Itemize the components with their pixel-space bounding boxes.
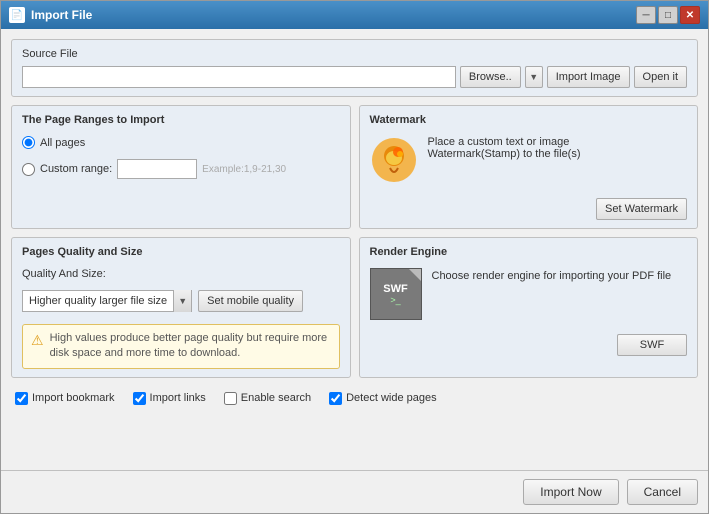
browse-dropdown-button[interactable]: ▼ bbox=[525, 66, 543, 88]
custom-range-row: Custom range: Example:1,9-21,30 bbox=[22, 159, 340, 179]
quality-row: Higher quality larger file size ▼ Set mo… bbox=[22, 290, 340, 312]
watermark-btn-row: Set Watermark bbox=[370, 198, 688, 220]
warning-icon: ⚠ bbox=[31, 332, 44, 349]
cancel-button[interactable]: Cancel bbox=[627, 479, 698, 505]
watermark-icon bbox=[370, 136, 418, 184]
maximize-button[interactable]: □ bbox=[658, 6, 678, 24]
middle-row: The Page Ranges to Import All pages Cust… bbox=[11, 105, 698, 229]
watermark-desc-line1: Place a custom text or image bbox=[428, 136, 581, 148]
render-content: SWF >_ Choose render engine for importin… bbox=[370, 268, 688, 320]
title-bar-controls: ─ □ ✕ bbox=[636, 6, 700, 24]
quality-and-size-label: Quality And Size: bbox=[22, 268, 340, 280]
swf-engine-button[interactable]: SWF bbox=[617, 334, 687, 356]
set-watermark-button[interactable]: Set Watermark bbox=[596, 198, 687, 220]
watermark-title: Watermark bbox=[370, 114, 688, 126]
watermark-desc-line2: Watermark(Stamp) to the file(s) bbox=[428, 148, 581, 160]
detect-wide-checkbox[interactable] bbox=[329, 392, 342, 405]
source-file-row: Browse.. ▼ Import Image Open it bbox=[22, 66, 687, 88]
browse-button[interactable]: Browse.. bbox=[460, 66, 521, 88]
import-image-button[interactable]: Import Image bbox=[547, 66, 630, 88]
quality-title: Pages Quality and Size bbox=[22, 246, 340, 258]
import-links-item: Import links bbox=[133, 392, 206, 405]
watermark-section: Watermark Place a custom text or image W… bbox=[359, 105, 699, 229]
quality-section: Pages Quality and Size Quality And Size:… bbox=[11, 237, 351, 378]
import-now-button[interactable]: Import Now bbox=[523, 479, 618, 505]
import-links-label: Import links bbox=[150, 392, 206, 404]
render-btn-row: SWF bbox=[370, 334, 688, 356]
all-pages-radio[interactable] bbox=[22, 136, 35, 149]
all-pages-label: All pages bbox=[40, 137, 85, 149]
render-engine-section: Render Engine SWF >_ Choose render engin… bbox=[359, 237, 699, 378]
custom-range-placeholder: Example:1,9-21,30 bbox=[202, 164, 286, 175]
bottom-middle-row: Pages Quality and Size Quality And Size:… bbox=[11, 237, 698, 378]
import-bookmark-item: Import bookmark bbox=[15, 392, 115, 405]
quality-select-arrow[interactable]: ▼ bbox=[173, 290, 191, 312]
source-file-input[interactable] bbox=[22, 66, 456, 88]
quality-select-text: Higher quality larger file size bbox=[23, 295, 173, 307]
source-file-label: Source File bbox=[22, 48, 687, 60]
warning-text: High values produce better page quality … bbox=[50, 331, 331, 362]
source-file-section: Source File Browse.. ▼ Import Image Open… bbox=[11, 39, 698, 97]
close-button[interactable]: ✕ bbox=[680, 6, 700, 24]
render-title: Render Engine bbox=[370, 246, 688, 258]
window-body: Source File Browse.. ▼ Import Image Open… bbox=[1, 29, 708, 470]
custom-range-label: Custom range: bbox=[40, 163, 112, 175]
page-ranges-title: The Page Ranges to Import bbox=[22, 114, 340, 126]
checkboxes-row: Import bookmark Import links Enable sear… bbox=[11, 386, 698, 411]
enable-search-label: Enable search bbox=[241, 392, 311, 404]
render-description: Choose render engine for importing your … bbox=[432, 268, 672, 285]
swf-cmd: >_ bbox=[390, 295, 400, 305]
import-file-window: 📄 Import File ─ □ ✕ Source File Browse..… bbox=[0, 0, 709, 514]
import-links-checkbox[interactable] bbox=[133, 392, 146, 405]
custom-range-radio[interactable] bbox=[22, 163, 35, 176]
page-ranges-section: The Page Ranges to Import All pages Cust… bbox=[11, 105, 351, 229]
set-mobile-quality-button[interactable]: Set mobile quality bbox=[198, 290, 303, 312]
detect-wide-item: Detect wide pages bbox=[329, 392, 437, 405]
warning-box: ⚠ High values produce better page qualit… bbox=[22, 324, 340, 369]
import-bookmark-label: Import bookmark bbox=[32, 392, 115, 404]
detect-wide-label: Detect wide pages bbox=[346, 392, 437, 404]
swf-label: SWF bbox=[383, 283, 407, 295]
open-it-button[interactable]: Open it bbox=[634, 66, 687, 88]
minimize-button[interactable]: ─ bbox=[636, 6, 656, 24]
swf-corner bbox=[409, 269, 421, 281]
enable-search-checkbox[interactable] bbox=[224, 392, 237, 405]
quality-select-wrapper[interactable]: Higher quality larger file size ▼ bbox=[22, 290, 192, 312]
import-bookmark-checkbox[interactable] bbox=[15, 392, 28, 405]
bottom-bar: Import Now Cancel bbox=[1, 470, 708, 513]
watermark-description: Place a custom text or image Watermark(S… bbox=[428, 136, 581, 160]
swf-file-icon: SWF >_ bbox=[370, 268, 422, 320]
title-bar: 📄 Import File ─ □ ✕ bbox=[1, 1, 708, 29]
window-title: Import File bbox=[31, 8, 636, 22]
enable-search-item: Enable search bbox=[224, 392, 311, 405]
window-icon: 📄 bbox=[9, 7, 25, 23]
watermark-content: Place a custom text or image Watermark(S… bbox=[370, 136, 688, 184]
all-pages-row: All pages bbox=[22, 136, 340, 149]
custom-range-input[interactable] bbox=[117, 159, 197, 179]
